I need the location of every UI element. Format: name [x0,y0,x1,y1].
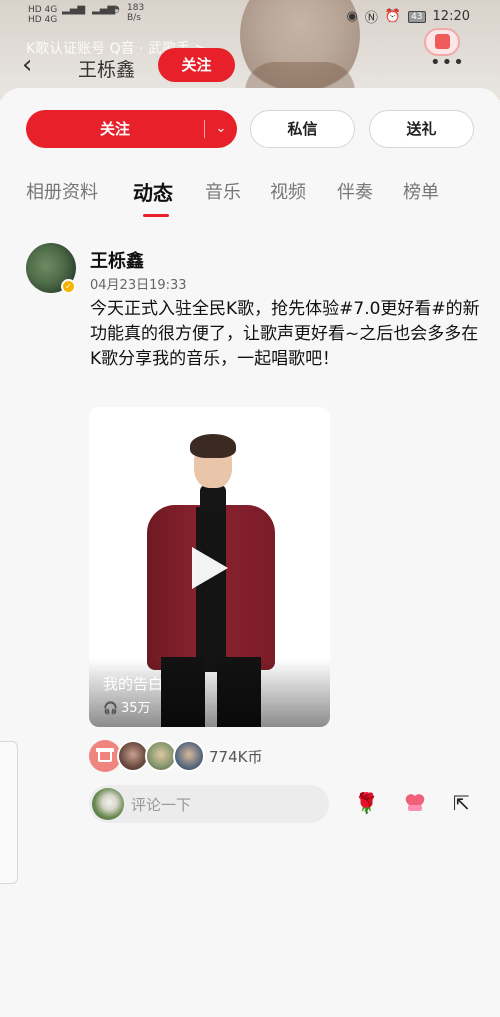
comment-placeholder: 评论一下 [131,796,192,814]
message-button[interactable]: 私信 [250,110,355,148]
follow-button[interactable]: 关注 ⌄ [26,110,237,148]
fan-avatar[interactable] [173,740,205,772]
gift-row[interactable]: 774K币 [89,740,389,772]
header-follow-button[interactable]: 关注 [158,48,235,82]
side-drawer-handle[interactable] [0,741,18,884]
comment-row: 评论一下 🌹 ⇱ [89,785,484,823]
send-gift-button[interactable]: 送礼 [369,110,474,148]
headphones-icon: 🎧 [103,701,118,715]
tab-music[interactable]: 音乐 [205,178,241,204]
follow-divider [204,120,205,138]
video-thumbnail[interactable]: 我的告白 🎧 35万 [89,407,330,727]
coin-count: 774K币 [209,748,263,766]
gift-box-shape [435,34,450,49]
eye-icon: ◉ [346,9,358,24]
video-title: 我的告白 [103,675,164,693]
comment-input[interactable]: 评论一下 [89,785,329,823]
share-icon[interactable]: ⇱ [453,791,470,815]
network-label-1: HD 4G [28,5,58,15]
clock: 12:20 [432,9,470,24]
network-label-2: HD 4G [28,15,58,25]
tab-album[interactable]: 相册资料 [26,178,98,204]
tab-accompaniment[interactable]: 伴奏 [337,178,373,204]
signal-icon: ▂▄▆ [62,4,86,15]
person-shirt [196,507,226,672]
network-indicator: HD 4G HD 4G [28,5,57,25]
play-count-value: 35万 [120,701,151,716]
verified-icon: ✓ [61,279,76,294]
tab-feed[interactable]: 动态 [133,177,173,206]
status-bar: HD 4G HD 4G ▂▄▆ ▂▄▆ ◔ 183 B/s ◉ Ⓝ ⏰ 43 1… [0,0,500,30]
tab-video[interactable]: 视频 [270,178,306,204]
speed-unit: B/s [127,13,141,23]
gift-box [98,750,112,762]
chevron-down-icon[interactable]: ⌄ [210,110,232,148]
my-avatar [92,788,124,820]
action-row: 关注 ⌄ 私信 送礼 [0,110,500,148]
speed-value: 183 [127,3,145,13]
play-icon[interactable] [192,547,228,589]
battery-icon: 43 [408,10,426,23]
alarm-icon: ⏰ [384,9,402,24]
heart-icon[interactable] [403,790,427,814]
person-neck [200,485,226,515]
post-author[interactable]: 王栎鑫 [90,247,144,273]
network-speed: 183 B/s [127,3,144,23]
more-icon[interactable]: ••• [430,54,465,72]
back-icon[interactable]: ‹ [22,50,52,80]
nfc-icon: Ⓝ [364,11,378,26]
follow-button-label: 关注 [99,120,130,138]
wifi-icon: ◔ [111,4,120,15]
header-title: 王栎鑫 [78,59,136,81]
rose-icon[interactable]: 🌹 [354,791,379,815]
profile-tabs: 相册资料 动态 音乐 视频 伴奏 榜单 [0,178,500,218]
tab-indicator [143,214,169,217]
person-hair [190,434,236,458]
post-text: 今天正式入驻全民K歌，抢先体验#7.0更好看#的新功能真的很方便了，让歌声更好看… [90,299,480,369]
status-right: ◉ Ⓝ ⏰ 43 12:20 [347,7,470,26]
tab-ranking[interactable]: 榜单 [403,178,439,204]
post-time: 04月23日19:33 [90,278,187,293]
video-play-count: 🎧 35万 [103,697,151,716]
